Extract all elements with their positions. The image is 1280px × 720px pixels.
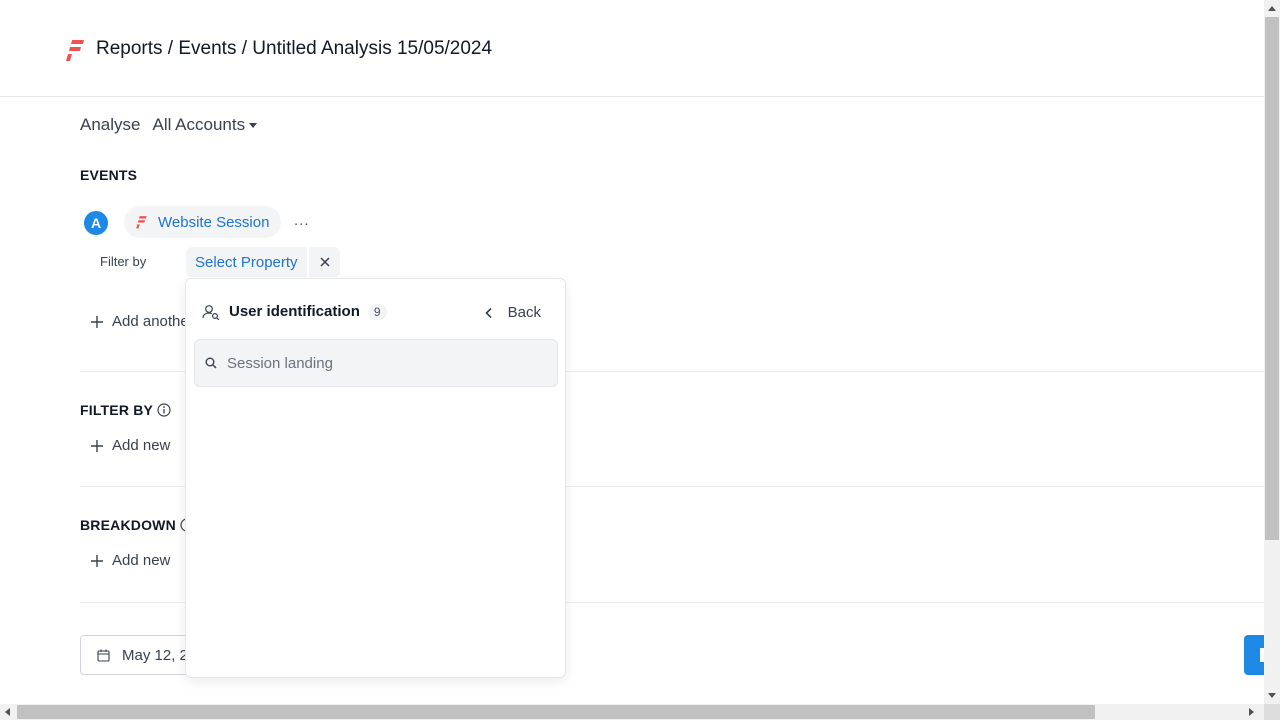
property-search-box bbox=[194, 339, 558, 387]
add-another-label: Add anothe bbox=[112, 313, 189, 330]
add-new-filter-button[interactable]: Add new bbox=[90, 437, 170, 454]
scroll-up-arrow-icon[interactable] bbox=[1268, 6, 1276, 11]
info-icon[interactable] bbox=[157, 403, 171, 417]
event-filter-by-label: Filter by bbox=[100, 254, 147, 269]
back-label: Back bbox=[507, 304, 541, 321]
analyse-row: Analyse All Accounts bbox=[80, 115, 258, 135]
add-new-breakdown-label: Add new bbox=[112, 552, 171, 569]
filter-by-section-title: FILTER BY bbox=[80, 402, 171, 418]
scroll-down-arrow-icon[interactable] bbox=[1268, 693, 1276, 698]
more-options-icon[interactable]: ... bbox=[294, 212, 310, 229]
account-selector-label: All Accounts bbox=[152, 115, 246, 134]
add-new-breakdown-button[interactable]: Add new bbox=[90, 552, 170, 569]
horizontal-scroll-thumb[interactable] bbox=[17, 705, 1095, 719]
chevron-left-icon bbox=[485, 307, 492, 318]
plus-icon bbox=[91, 315, 103, 328]
vertical-scroll-thumb[interactable] bbox=[1265, 17, 1279, 540]
breakdown-title-text: BREAKDOWN bbox=[80, 517, 176, 533]
event-name: Website Session bbox=[158, 213, 270, 231]
breadcrumb: Reports / Events / Untitled Analysis 15/… bbox=[96, 38, 493, 59]
event-chip[interactable]: Website Session bbox=[124, 206, 282, 238]
analyse-label: Analyse bbox=[80, 115, 141, 134]
brand-logo-icon bbox=[136, 216, 147, 229]
filter-by-title-text: FILTER BY bbox=[80, 402, 154, 418]
breakdown-section-title: BREAKDOWN bbox=[80, 517, 194, 533]
user-search-icon bbox=[202, 304, 220, 320]
back-button[interactable]: Back bbox=[484, 304, 541, 321]
remove-filter-button[interactable] bbox=[309, 247, 340, 277]
category-title: User identification bbox=[229, 303, 360, 320]
top-header: Reports / Events / Untitled Analysis 15/… bbox=[0, 0, 1264, 97]
run-analysis-button[interactable] bbox=[1244, 635, 1264, 675]
caret-down-icon bbox=[249, 122, 258, 128]
panel-header: User identification 9 bbox=[202, 303, 387, 320]
category-count-badge: 9 bbox=[367, 303, 387, 320]
property-select-panel: User identification 9 Back bbox=[185, 278, 566, 678]
property-search-input[interactable] bbox=[225, 353, 549, 373]
add-new-filter-label: Add new bbox=[112, 437, 171, 454]
account-selector-dropdown[interactable]: All Accounts bbox=[152, 115, 258, 135]
scrollbar-corner bbox=[1264, 704, 1280, 720]
scroll-right-arrow-icon[interactable] bbox=[1249, 708, 1254, 716]
add-another-event-button[interactable]: Add anothe bbox=[90, 313, 189, 330]
vertical-scrollbar[interactable] bbox=[1264, 0, 1280, 704]
scroll-left-arrow-icon[interactable] bbox=[5, 708, 10, 716]
horizontal-scrollbar[interactable] bbox=[0, 704, 1264, 720]
events-title-text: EVENTS bbox=[80, 167, 138, 183]
close-icon bbox=[319, 257, 330, 267]
calendar-icon bbox=[97, 649, 110, 662]
date-range-value: May 12, 2 bbox=[122, 646, 188, 664]
plus-icon bbox=[91, 554, 103, 567]
events-section-title: EVENTS bbox=[80, 167, 137, 183]
brand-logo-icon[interactable] bbox=[66, 38, 86, 62]
event-letter-badge: A bbox=[84, 211, 108, 235]
search-icon bbox=[205, 357, 217, 369]
plus-icon bbox=[91, 439, 103, 452]
select-property-button[interactable]: Select Property bbox=[186, 247, 307, 277]
